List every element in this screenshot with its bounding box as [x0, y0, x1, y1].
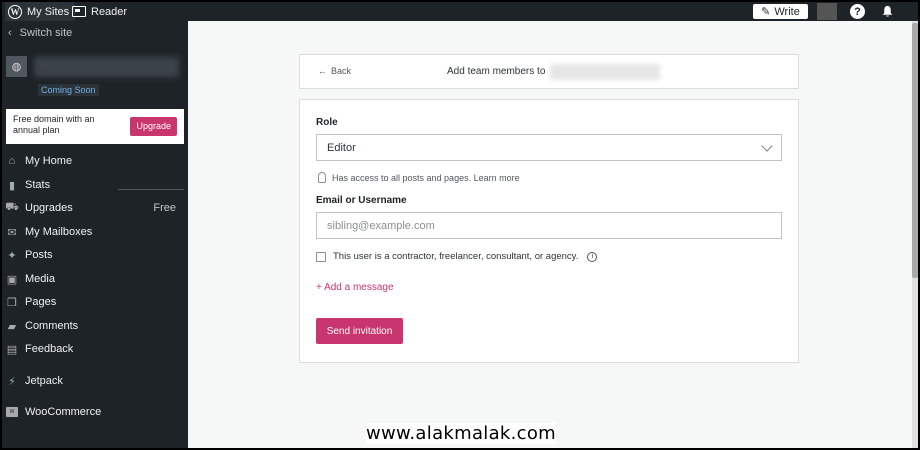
write-button[interactable]: ✎ Write — [753, 4, 808, 19]
reader-label: Reader — [91, 5, 128, 18]
add-message-link[interactable]: + Add a message — [316, 282, 394, 293]
cart-icon: ⛟ — [5, 201, 19, 213]
page-header: ← Back Add team members to — [299, 54, 799, 89]
pin-icon: ✦ — [7, 249, 17, 262]
role-select[interactable]: Editor — [316, 134, 782, 161]
sidebar-item-posts[interactable]: ✦ Posts — [6, 245, 186, 265]
sidebar-item-pages[interactable]: ❐ Pages — [6, 292, 186, 312]
write-label: Write — [774, 5, 800, 18]
app-frame: W My Sites Reader ✎ Write ? ‹ Switch sit… — [2, 2, 918, 448]
sidebar-item-label: Posts — [25, 249, 53, 261]
media-icon: ▣ — [6, 273, 18, 286]
site-globe-icon[interactable]: ◍ — [6, 56, 27, 77]
sidebar-item-woocommerce[interactable]: W WooCommerce — [6, 402, 186, 422]
sidebar-item-comments[interactable]: ▰ Comments — [6, 316, 186, 336]
admin-topbar: W My Sites Reader ✎ Write ? — [2, 2, 918, 21]
sidebar-item-label: Stats — [25, 179, 51, 191]
feedback-icon: ▤ — [6, 343, 18, 356]
sidebar-item-label: My Home — [25, 155, 73, 167]
sidebar-item-my-mailboxes[interactable]: ✉ My Mailboxes — [6, 222, 186, 242]
sidebar-item-label: WooCommerce — [25, 406, 102, 418]
sidebar-item-jetpack[interactable]: ⚡ Jetpack — [6, 371, 186, 391]
email-field[interactable]: sibling@example.com — [316, 212, 782, 239]
contractor-option: This user is a contractor, freelancer, c… — [316, 251, 598, 262]
role-hint: Has access to all posts and pages. Learn… — [318, 172, 520, 183]
pen-icon: ✎ — [761, 6, 771, 18]
promo-banner[interactable]: Free domain with an annual plan Upgrade — [6, 109, 184, 144]
email-placeholder: sibling@example.com — [327, 219, 435, 232]
sidebar-item-upgrades[interactable]: ⛟ Upgrades Free — [5, 198, 186, 218]
switch-site-label: Switch site — [19, 27, 73, 39]
back-button[interactable]: ← Back — [318, 66, 351, 76]
chevron-down-icon — [761, 140, 773, 152]
contractor-checkbox[interactable] — [316, 251, 326, 262]
my-sites-label: My Sites — [27, 5, 70, 18]
my-sites-button[interactable]: W My Sites — [5, 2, 76, 21]
switch-site-link[interactable]: ‹ Switch site — [8, 27, 72, 39]
pages-icon: ❐ — [7, 296, 17, 309]
coming-soon-badge: Coming Soon — [38, 84, 99, 96]
contractor-label: This user is a contractor, freelancer, c… — [333, 251, 579, 262]
email-label: Email or Username — [316, 195, 407, 206]
sidebar: ‹ Switch site ◍ Coming Soon Free domain … — [2, 21, 188, 448]
arrow-left-icon: ← — [318, 66, 327, 76]
watermark-text: www.alakmalak.com — [366, 423, 557, 444]
send-invitation-button[interactable]: Send invitation — [316, 318, 403, 344]
sidebar-item-stats[interactable]: ▮ Stats — [6, 175, 186, 195]
role-value: Editor — [327, 141, 356, 154]
role-hint-text: Has access to all posts and pages. Learn… — [332, 172, 520, 183]
help-icon[interactable]: ? — [850, 4, 865, 19]
scrollbar[interactable] — [912, 21, 918, 448]
reader-button[interactable]: Reader — [72, 2, 127, 21]
jetpack-icon: ⚡ — [8, 375, 16, 388]
role-label: Role — [316, 117, 338, 128]
wordpress-logo-icon: W — [8, 4, 22, 19]
invite-form: Role Editor Has access to all posts and … — [299, 99, 799, 363]
mail-icon: ✉ — [7, 226, 17, 239]
sidebar-item-label: Media — [25, 273, 55, 285]
sidebar-item-label: Feedback — [25, 343, 74, 355]
sidebar-item-label: Upgrades — [25, 202, 73, 214]
promo-text: Free domain with an annual plan — [13, 114, 95, 135]
scrollbar-thumb[interactable] — [912, 23, 918, 278]
bell-icon — [882, 5, 893, 17]
site-name-redacted — [550, 64, 660, 80]
sidebar-item-label: My Mailboxes — [25, 226, 93, 238]
home-icon: ⌂ — [8, 155, 16, 167]
stats-icon: ▮ — [8, 179, 16, 192]
back-label: Back — [331, 66, 352, 76]
sidebar-item-label: Comments — [25, 320, 79, 332]
lightbulb-icon — [318, 172, 326, 183]
main-content: ← Back Add team members to Role Editor H… — [188, 21, 918, 448]
info-icon[interactable]: i — [587, 251, 598, 262]
reader-icon — [72, 6, 86, 17]
avatar[interactable] — [817, 3, 837, 20]
site-name[interactable] — [34, 57, 179, 77]
page-title: Add team members to — [447, 66, 546, 77]
sidebar-item-feedback[interactable]: ▤ Feedback — [6, 339, 186, 359]
comments-icon: ▰ — [7, 320, 17, 333]
free-badge: Free — [153, 202, 176, 214]
sidebar-item-my-home[interactable]: ⌂ My Home — [6, 151, 186, 171]
divider — [118, 189, 184, 190]
woo-icon: W — [6, 406, 18, 418]
sidebar-item-label: Jetpack — [25, 375, 63, 387]
notifications-icon[interactable] — [880, 4, 895, 19]
sidebar-item-media[interactable]: ▣ Media — [6, 269, 186, 289]
sidebar-item-label: Pages — [25, 296, 57, 308]
chevron-left-icon: ‹ — [8, 27, 12, 39]
upgrade-button[interactable]: Upgrade — [130, 117, 177, 136]
